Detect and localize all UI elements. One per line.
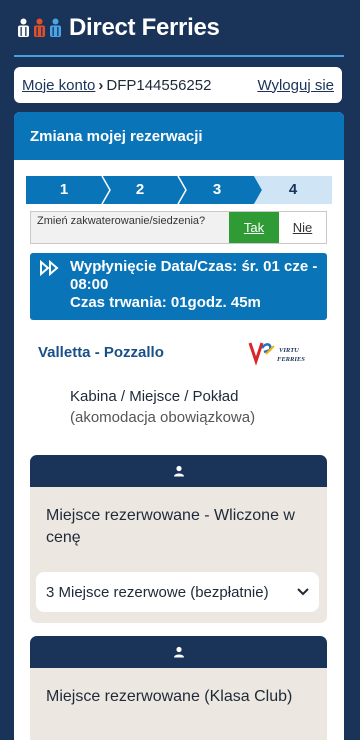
svg-text:FERRIES: FERRIES <box>277 356 305 363</box>
breadcrumb-separator: › <box>98 76 104 94</box>
person-icon <box>50 18 61 37</box>
breadcrumb: Moje konto › DFP144556252 Wyloguj sie <box>14 67 342 103</box>
booking-reference: DFP144556252 <box>106 76 212 94</box>
card-header <box>30 455 327 487</box>
person-icon <box>173 646 184 658</box>
departure-info: Wypłynięcie Data/Czas: śr. 01 cze - 08:0… <box>30 253 327 320</box>
card-title: Miejsce rezerwowane - Wliczone w cenę <box>46 507 295 546</box>
progress-steps: 1 2 3 4 <box>26 175 332 205</box>
virtu-ferries-logo: VIRTU FERRIES <box>248 342 305 366</box>
step-3: 3 <box>212 181 222 198</box>
chevron-down-icon <box>297 588 309 596</box>
step-4: 4 <box>288 181 298 198</box>
route-name: Valletta - Pozzallo <box>38 344 164 361</box>
departure-datetime: Wypłynięcie Data/Czas: śr. 01 cze - 08:0… <box>70 258 318 293</box>
my-account-link[interactable]: Moje konto <box>22 77 95 94</box>
person-icon <box>34 18 45 37</box>
person-icon <box>173 465 184 477</box>
seat-select[interactable]: 3 Miejsce rezerwowe (bezpłatnie) <box>36 572 319 612</box>
step-1: 1 <box>59 181 69 198</box>
person-icon <box>18 18 29 37</box>
accommodation-subtitle: (akomodacja obowiązkowa) <box>70 409 256 426</box>
change-booking-panel: Zmiana mojej rezerwacji 1 2 3 4 Zmień za… <box>14 112 344 740</box>
panel-title: Zmiana mojej rezerwacji <box>14 112 344 160</box>
svg-text:VIRTU: VIRTU <box>279 347 299 354</box>
operator-logo: VIRTU FERRIES <box>248 340 318 366</box>
card-header <box>30 636 327 668</box>
departure-duration: Czas trwania: 01godz. 45m <box>70 294 261 311</box>
fast-forward-icon <box>40 260 59 276</box>
header-divider <box>14 55 344 57</box>
yes-button[interactable]: Tak <box>229 212 279 243</box>
card-title: Miejsce rezerwowane (Klasa Club) <box>46 688 293 705</box>
step-2: 2 <box>135 181 145 198</box>
change-accommodation-question: Zmień zakwaterowanie/siedzenia? Tak Nie <box>30 211 327 244</box>
seat-option-card: Miejsce rezerwowane - Wliczone w cenę 3 … <box>30 455 327 623</box>
accommodation-title: Kabina / Miejsce / Pokład <box>70 388 239 405</box>
brand-name[interactable]: Direct Ferries <box>69 14 220 42</box>
seat-option-card: Miejsce rezerwowane (Klasa Club) <box>30 636 327 740</box>
question-text: Zmień zakwaterowanie/siedzenia? <box>37 215 206 227</box>
site-header: Direct Ferries <box>0 0 360 56</box>
no-button[interactable]: Nie <box>279 212 326 243</box>
logout-link[interactable]: Wyloguj sie <box>257 77 334 94</box>
logo-people-icon <box>16 18 63 38</box>
seat-select-value: 3 Miejsce rezerwowe (bezpłatnie) <box>46 583 269 601</box>
